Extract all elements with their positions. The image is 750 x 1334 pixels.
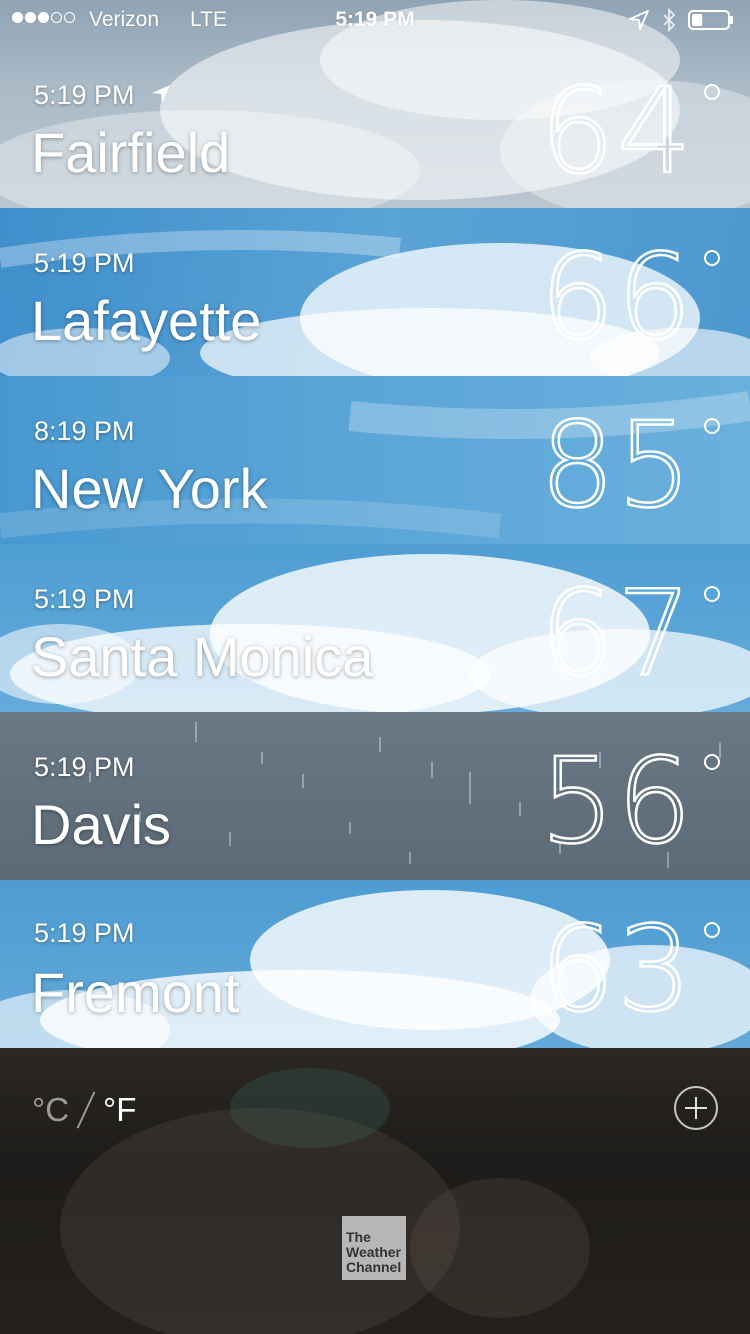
- weather-channel-logo[interactable]: The Weather Channel: [342, 1216, 406, 1280]
- city-row-davis[interactable]: 5:19 PM Davis 56: [0, 712, 750, 880]
- city-name: New York: [31, 457, 268, 520]
- city-row-new-york[interactable]: 8:19 PM New York 85: [0, 376, 750, 544]
- city-local-time: 5:19 PM: [34, 248, 135, 278]
- city-temperature: 64: [539, 61, 694, 202]
- city-row-fremont[interactable]: 5:19 PM Fremont 63: [0, 880, 750, 1048]
- degree-symbol: [704, 250, 720, 266]
- celsius-option[interactable]: °C: [32, 1091, 69, 1129]
- city-local-time: 5:19 PM: [34, 584, 135, 614]
- status-bar: Verizon LTE 5:19 PM: [0, 0, 750, 40]
- degree-symbol: [704, 754, 720, 770]
- fahrenheit-option[interactable]: °F: [103, 1091, 136, 1129]
- city-row-lafayette[interactable]: 5:19 PM Lafayette 66: [0, 208, 750, 376]
- city-local-time: 5:19 PM: [34, 918, 135, 948]
- city-temperature: 56: [539, 731, 694, 872]
- current-location-icon: [152, 84, 171, 103]
- city-temperature: 66: [539, 227, 694, 368]
- temperature-unit-toggle[interactable]: °C °F: [32, 1085, 136, 1135]
- city-local-time: 8:19 PM: [34, 416, 135, 446]
- city-temperature: 85: [539, 395, 694, 536]
- city-temperature: 67: [539, 563, 694, 704]
- city-name: Fremont: [31, 961, 240, 1024]
- city-temperature: 63: [539, 899, 694, 1040]
- city-name: Davis: [31, 793, 172, 856]
- degree-symbol: [704, 84, 720, 100]
- battery-icon: [688, 10, 733, 30]
- city-name: Lafayette: [31, 289, 262, 352]
- city-name: Fairfield: [31, 121, 231, 184]
- unit-separator: [76, 1091, 96, 1129]
- degree-symbol: [704, 586, 720, 602]
- bluetooth-icon: [663, 8, 676, 32]
- city-name: Santa Monica: [31, 625, 374, 688]
- location-services-icon: [629, 10, 649, 30]
- city-local-time: 5:19 PM: [34, 80, 172, 111]
- degree-symbol: [704, 922, 720, 938]
- degree-symbol: [704, 418, 720, 434]
- city-local-time: 5:19 PM: [34, 752, 135, 782]
- city-row-santa-monica[interactable]: 5:19 PM Santa Monica 67: [0, 544, 750, 712]
- add-city-button[interactable]: [674, 1086, 718, 1130]
